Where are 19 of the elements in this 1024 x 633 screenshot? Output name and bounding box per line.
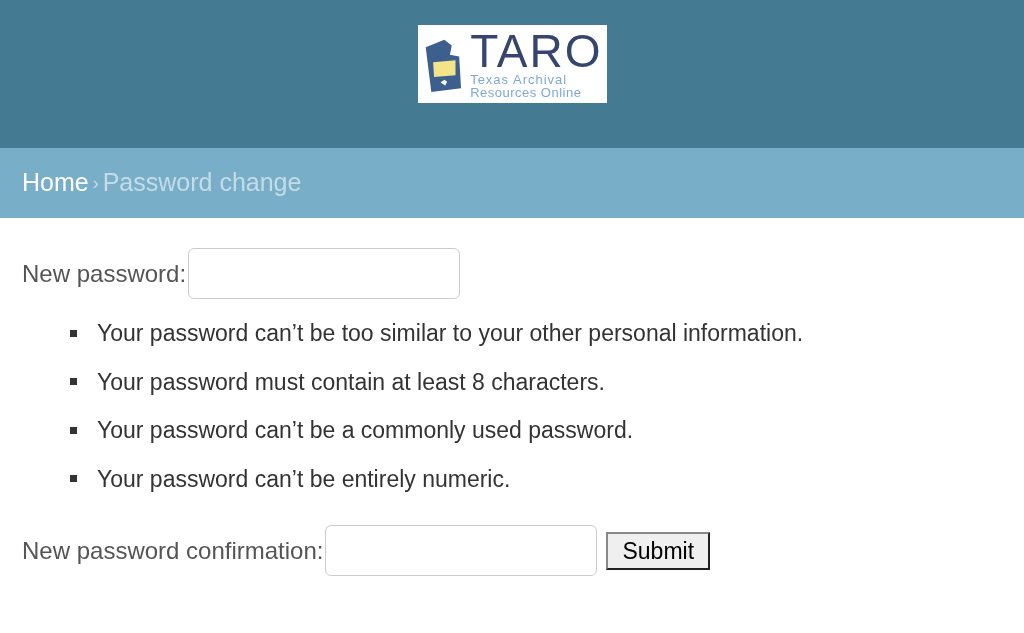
logo-subtitle: Texas Archival xyxy=(470,73,569,86)
help-text: Your password can’t be too similar to your other personal information. xyxy=(97,319,804,348)
field-label: New password confirmation: xyxy=(22,535,324,566)
logo-title: TARO xyxy=(470,29,603,73)
logo[interactable]: TARO Texas Archival Resources Online xyxy=(417,25,607,103)
bullet-icon xyxy=(70,378,77,386)
help-text: Your password can’t be a commonly used password. xyxy=(97,416,634,445)
logo-subtitle: Resources Online xyxy=(470,86,583,99)
help-text: Your password must contain at least 8 characters. xyxy=(97,367,605,397)
bullet-icon xyxy=(70,426,77,434)
help-text: Your password can’t be entirely numeric. xyxy=(97,464,511,494)
confirmation-field[interactable] xyxy=(325,525,598,576)
bullet-icon xyxy=(70,329,77,337)
submit-button[interactable]: Submit xyxy=(606,531,711,570)
breadcrumb-current: Password change xyxy=(102,167,302,199)
breadcrumb-separator: › xyxy=(92,172,99,195)
bullet-icon xyxy=(70,475,77,483)
password-field[interactable] xyxy=(188,248,461,299)
field-label: New password: xyxy=(22,258,187,289)
